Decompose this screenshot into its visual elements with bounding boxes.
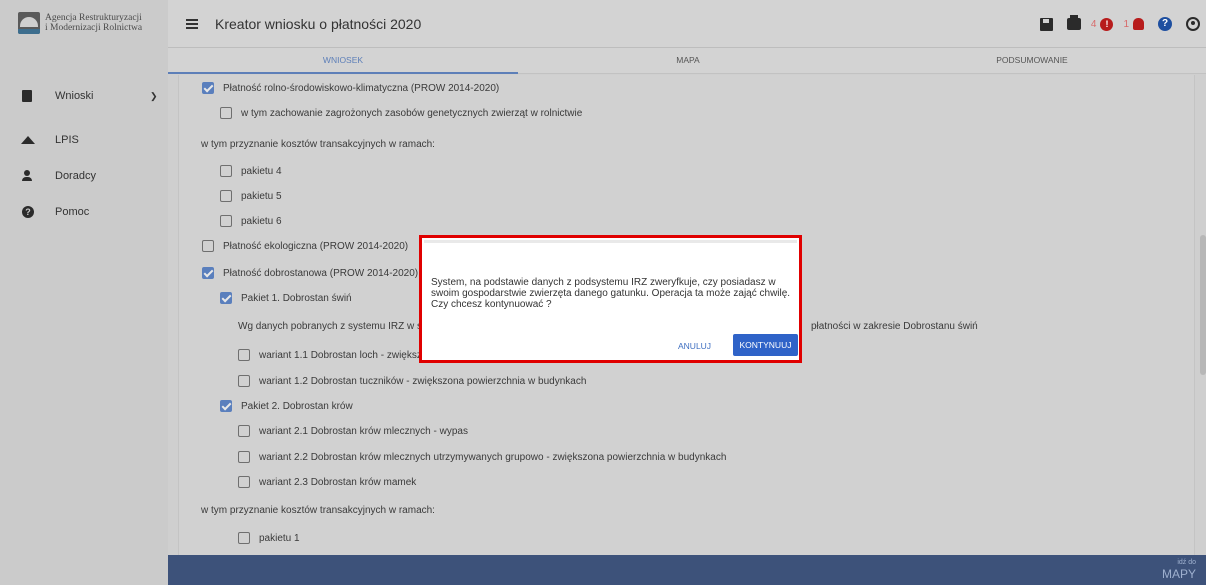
list-item-label: pakietu 6 bbox=[241, 215, 282, 227]
document-icon bbox=[22, 90, 32, 102]
alert-count: 4 bbox=[1090, 18, 1097, 30]
sidebar-item-label: Pomoc bbox=[55, 206, 90, 218]
arimr-logo-icon bbox=[18, 12, 40, 34]
alert-icon[interactable]: ! bbox=[1100, 17, 1114, 31]
chevron-down-icon: ❯ bbox=[150, 90, 158, 101]
continue-button[interactable]: KONTYNUUJ bbox=[733, 334, 798, 356]
scrollbar[interactable] bbox=[1200, 235, 1206, 375]
checkbox[interactable] bbox=[238, 375, 250, 387]
list-item[interactable]: Płatność dobrostanowa (PROW 2014-2020) bbox=[202, 265, 418, 281]
list-item[interactable]: pakietu 1 bbox=[238, 530, 300, 546]
list-item-label: Pakiet 1. Dobrostan świń bbox=[241, 292, 352, 304]
checkbox[interactable] bbox=[238, 532, 250, 544]
checkbox[interactable] bbox=[238, 349, 250, 361]
list-item-label: w tym zachowanie zagrożonych zasobów gen… bbox=[241, 107, 583, 119]
sidebar-item-pomoc[interactable]: ? Pomoc bbox=[0, 202, 168, 222]
checkbox[interactable] bbox=[220, 107, 232, 119]
section-label: w tym przyznanie kosztów transakcyjnych … bbox=[201, 504, 435, 516]
list-item[interactable]: wariant 1.2 Dobrostan tuczników - zwięks… bbox=[238, 373, 586, 389]
sidebar-item-label: Wnioski bbox=[55, 90, 94, 102]
logo-text: Agencja Restrukturyzacji i Modernizacji … bbox=[45, 13, 142, 33]
list-item-label: pakietu 4 bbox=[241, 165, 282, 177]
checkbox[interactable] bbox=[202, 240, 214, 252]
list-item[interactable]: Płatność rolno-środowiskowo-klimatyczna … bbox=[202, 80, 499, 96]
toolbar: 4 ! 1 ? bbox=[1026, 14, 1200, 34]
checkbox[interactable] bbox=[202, 267, 214, 279]
list-item-label: pakietu 5 bbox=[241, 190, 282, 202]
list-item-label: Płatność rolno-środowiskowo-klimatyczna … bbox=[223, 82, 500, 94]
sidebar: Wnioski ❯ LPIS Doradcy ? Pomoc bbox=[0, 48, 168, 585]
sidebar-item-lpis[interactable]: LPIS bbox=[0, 130, 168, 150]
checkbox[interactable] bbox=[238, 451, 250, 463]
checkbox[interactable] bbox=[220, 190, 232, 202]
checkbox[interactable] bbox=[238, 425, 250, 437]
info-text-continued: płatności w zakresie Dobrostanu świń bbox=[811, 320, 978, 332]
list-item[interactable]: pakietu 6 bbox=[220, 213, 282, 229]
footer-small-label: idź do bbox=[1177, 559, 1196, 566]
tab-bar: WNIOSEK MAPA PODSUMOWANIE bbox=[168, 48, 1206, 74]
user-icon[interactable] bbox=[1186, 17, 1200, 31]
top-bar: Agencja Restrukturyzacji i Modernizacji … bbox=[0, 0, 1206, 48]
checkbox[interactable] bbox=[220, 215, 232, 227]
dialog-message: System, na podstawie danych z podsystemu… bbox=[431, 277, 791, 310]
list-item[interactable]: pakietu 5 bbox=[220, 188, 282, 204]
sidebar-item-doradcy[interactable]: Doradcy bbox=[0, 166, 168, 186]
checkbox[interactable] bbox=[238, 476, 250, 488]
help-circle-icon: ? bbox=[22, 206, 34, 218]
sidebar-item-wnioski[interactable]: Wnioski ❯ bbox=[0, 86, 168, 106]
checkbox[interactable] bbox=[220, 165, 232, 177]
list-item-label: Płatność ekologiczna (PROW 2014-2020) bbox=[223, 240, 409, 252]
notification-count: 1 bbox=[1123, 18, 1129, 30]
map-terrain-icon bbox=[21, 136, 35, 144]
list-item[interactable]: wariant 2.1 Dobrostan krów mlecznych - w… bbox=[238, 423, 468, 439]
list-item-label: pakietu 1 bbox=[259, 532, 300, 544]
list-item[interactable]: wariant 2.3 Dobrostan krów mamek bbox=[238, 474, 416, 490]
cancel-button[interactable]: ANULUJ bbox=[678, 341, 711, 351]
menu-icon[interactable] bbox=[186, 19, 198, 29]
logo-line-2: i Modernizacji Rolnictwa bbox=[45, 23, 143, 33]
save-icon[interactable] bbox=[1039, 17, 1053, 31]
list-item[interactable]: Płatność ekologiczna (PROW 2014-2020) bbox=[202, 238, 408, 254]
logo: Agencja Restrukturyzacji i Modernizacji … bbox=[0, 0, 168, 48]
checkbox[interactable] bbox=[220, 292, 232, 304]
print-icon[interactable] bbox=[1066, 15, 1081, 30]
sidebar-item-label: LPIS bbox=[55, 134, 79, 146]
page-title: Kreator wniosku o płatności 2020 bbox=[215, 16, 422, 32]
list-item[interactable]: Pakiet 1. Dobrostan świń bbox=[220, 290, 352, 306]
tab-wniosek[interactable]: WNIOSEK bbox=[168, 48, 518, 74]
go-to-map-button[interactable]: idź do MAPY bbox=[1162, 559, 1196, 581]
checkbox[interactable] bbox=[202, 82, 214, 94]
list-item[interactable]: pakietu 4 bbox=[220, 163, 282, 179]
list-item-label: wariant 2.2 Dobrostan krów mlecznych utr… bbox=[259, 451, 727, 463]
person-icon bbox=[22, 170, 32, 182]
list-item-label: wariant 2.1 Dobrostan krów mlecznych - w… bbox=[259, 425, 468, 437]
footer-bar: idź do MAPY bbox=[168, 555, 1206, 585]
list-item[interactable]: w tym zachowanie zagrożonych zasobów gen… bbox=[220, 105, 582, 121]
tab-podsumowanie[interactable]: PODSUMOWANIE bbox=[858, 48, 1206, 74]
list-item-label: Płatność dobrostanowa (PROW 2014-2020) bbox=[223, 267, 419, 279]
logo-line-1: Agencja Restrukturyzacji bbox=[45, 13, 142, 23]
confirm-dialog: System, na podstawie danych z podsystemu… bbox=[419, 235, 802, 363]
list-item-label: wariant 1.2 Dobrostan tuczników - zwięks… bbox=[259, 375, 587, 387]
sidebar-item-label: Doradcy bbox=[55, 170, 96, 182]
bell-icon[interactable] bbox=[1133, 18, 1144, 30]
list-item[interactable]: Pakiet 2. Dobrostan krów bbox=[220, 398, 353, 414]
tab-mapa[interactable]: MAPA bbox=[518, 48, 858, 74]
footer-big-label: MAPY bbox=[1161, 567, 1196, 581]
checkbox[interactable] bbox=[220, 400, 232, 412]
section-label: w tym przyznanie kosztów transakcyjnych … bbox=[201, 138, 435, 150]
list-item[interactable]: wariant 2.2 Dobrostan krów mlecznych utr… bbox=[238, 449, 726, 465]
list-item[interactable]: wariant 1.1 Dobrostan loch - zwiększ bbox=[238, 347, 422, 363]
list-item-label: wariant 1.1 Dobrostan loch - zwiększ bbox=[259, 349, 422, 361]
help-icon[interactable]: ? bbox=[1158, 17, 1172, 31]
dialog-header-strip bbox=[424, 240, 797, 243]
list-item-label: Pakiet 2. Dobrostan krów bbox=[241, 400, 353, 412]
info-text: Wg danych pobranych z systemu IRZ w sw bbox=[238, 320, 430, 332]
list-item-label: wariant 2.3 Dobrostan krów mamek bbox=[259, 476, 417, 488]
